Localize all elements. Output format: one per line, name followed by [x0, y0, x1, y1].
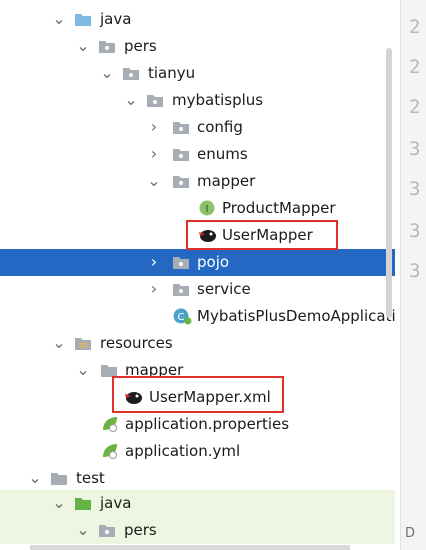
tree-node-tianyu[interactable]: ⌄ tianyu — [0, 60, 395, 87]
tree-node-label: enums — [197, 145, 248, 163]
tree-node-test[interactable]: ⌄ test — [0, 465, 395, 492]
package-folder-icon — [99, 41, 115, 53]
line-number: 3 — [409, 260, 421, 282]
tree-node-pojo[interactable]: › pojo — [0, 249, 395, 276]
tree-node-application-class[interactable]: C MybatisPlusDemoApplicatio — [0, 303, 395, 330]
tree-node-test-java[interactable]: ⌄ java — [0, 490, 395, 517]
chevron-down-icon[interactable]: ⌄ — [75, 361, 91, 379]
tree-node-mybatisplus[interactable]: ⌄ mybatisplus — [0, 87, 395, 114]
tree-node-label: mapper — [125, 361, 184, 379]
source-folder-icon — [75, 14, 91, 26]
package-folder-icon — [173, 257, 189, 269]
vertical-scrollbar[interactable] — [386, 48, 392, 318]
tree-node-label: pers — [124, 521, 157, 539]
test-folder-icon — [75, 498, 91, 510]
tree-node-label: UserMapper — [222, 226, 313, 244]
tree-node-java[interactable]: ⌄ java — [0, 6, 395, 33]
chevron-right-icon[interactable]: › — [146, 280, 162, 298]
tree-node-label: java — [100, 10, 132, 28]
tree-node-label: application.properties — [125, 415, 290, 433]
package-folder-icon — [173, 284, 189, 296]
package-folder-icon — [147, 95, 163, 107]
tree-node-label: UserMapper.xml — [149, 388, 271, 406]
package-folder-icon — [99, 525, 115, 537]
line-number: 2 — [409, 56, 421, 78]
tree-node-usermapper-xml[interactable]: UserMapper.xml — [0, 384, 395, 411]
line-number: 2 — [409, 96, 421, 118]
chevron-right-icon[interactable]: › — [146, 145, 162, 163]
chevron-down-icon[interactable]: ⌄ — [51, 494, 67, 512]
ide-window: ⌄ java ⌄ pers ⌄ tianyu ⌄ mybatisplus › c… — [0, 0, 426, 550]
svg-text:C: C — [178, 312, 185, 323]
tree-node-label: service — [197, 280, 251, 298]
tree-node-label: tianyu — [148, 64, 196, 82]
package-folder-icon — [173, 149, 189, 161]
tree-node-service[interactable]: › service — [0, 276, 395, 303]
project-tree[interactable]: ⌄ java ⌄ pers ⌄ tianyu ⌄ mybatisplus › c… — [0, 0, 395, 550]
line-number: 3 — [409, 138, 421, 160]
chevron-down-icon[interactable]: ⌄ — [75, 521, 91, 539]
folder-icon — [101, 365, 117, 377]
tree-node-label: application.yml — [125, 442, 241, 460]
tree-node-label: pers — [124, 37, 157, 55]
spring-boot-class-icon: C — [173, 308, 192, 325]
tree-node-label: test — [76, 469, 105, 487]
tree-node-pers[interactable]: ⌄ pers — [0, 33, 395, 60]
resources-folder-icon — [75, 338, 91, 350]
chevron-down-icon[interactable]: ⌄ — [146, 172, 162, 190]
tree-node-enums[interactable]: › enums — [0, 141, 395, 168]
tree-node-label: resources — [100, 334, 173, 352]
mybatis-bird-icon — [125, 392, 142, 404]
chevron-down-icon[interactable]: ⌄ — [51, 334, 67, 352]
line-number: 2 — [409, 16, 421, 38]
tree-node-label: mybatisplus — [172, 91, 264, 109]
editor-gutter: 2 2 2 3 3 3 3 D — [400, 0, 426, 550]
tree-node-application-properties[interactable]: application.properties — [0, 411, 395, 438]
chevron-down-icon[interactable]: ⌄ — [75, 37, 91, 55]
chevron-down-icon[interactable]: ⌄ — [51, 10, 67, 28]
interface-badge: I — [206, 204, 209, 215]
tree-node-label: pojo — [197, 253, 230, 271]
chevron-down-icon[interactable]: ⌄ — [123, 91, 139, 109]
chevron-right-icon[interactable]: › — [146, 118, 162, 136]
tree-node-resources[interactable]: ⌄ resources — [0, 330, 395, 357]
tree-node-test-pers[interactable]: ⌄ pers — [0, 517, 395, 544]
editor-tab-fragment: D — [405, 526, 416, 541]
package-folder-icon — [173, 122, 189, 134]
tree-node-label: mapper — [197, 172, 256, 190]
line-number: 3 — [409, 220, 421, 242]
tree-node-application-yml[interactable]: application.yml — [0, 438, 395, 465]
package-folder-icon — [123, 68, 139, 80]
folder-icon — [51, 473, 67, 485]
chevron-right-icon[interactable]: › — [146, 253, 162, 271]
chevron-down-icon[interactable]: ⌄ — [99, 64, 115, 82]
tree-node-label: ProductMapper — [222, 199, 336, 217]
tree-node-resources-mapper[interactable]: ⌄ mapper — [0, 357, 395, 384]
interface-icon: I — [199, 200, 215, 216]
tree-node-mapper[interactable]: ⌄ mapper — [0, 168, 395, 195]
line-number: 3 — [409, 178, 421, 200]
tree-node-productmapper[interactable]: I ProductMapper — [0, 195, 395, 222]
tree-node-label: config — [197, 118, 243, 136]
spring-config-icon — [103, 444, 117, 459]
chevron-down-icon[interactable]: ⌄ — [27, 469, 43, 487]
tree-node-usermapper[interactable]: UserMapper — [0, 222, 395, 249]
mybatis-bird-icon — [199, 230, 216, 242]
spring-config-icon — [103, 417, 117, 432]
tree-node-config[interactable]: › config — [0, 114, 395, 141]
tree-node-label: java — [100, 494, 132, 512]
horizontal-scrollbar[interactable] — [30, 545, 350, 550]
package-folder-icon — [173, 176, 189, 188]
tree-node-label: MybatisPlusDemoApplicatio — [197, 307, 395, 325]
